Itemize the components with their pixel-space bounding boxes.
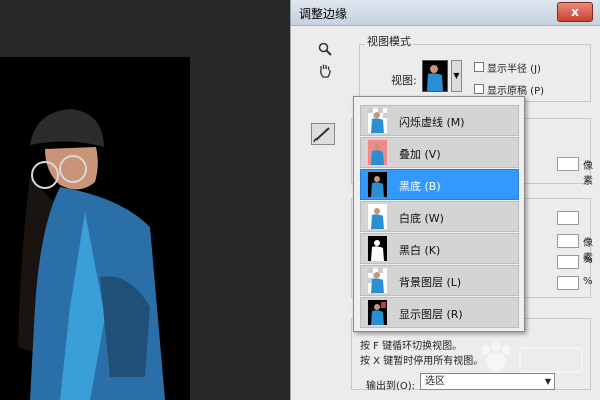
- menu-item-on-white[interactable]: 白底 (W): [360, 201, 519, 232]
- menu-item-reveal-layer[interactable]: 显示图层 (R): [360, 297, 519, 328]
- smooth-field[interactable]: [557, 211, 579, 225]
- on-layers-thumb: [368, 268, 387, 293]
- menu-item-label: 背景图层 (L): [399, 276, 462, 289]
- view-label: 视图:: [391, 74, 417, 87]
- output-to-value: 选区: [425, 376, 445, 387]
- paw-watermark-logo: [482, 341, 583, 373]
- menu-item-label: 显示图层 (R): [399, 308, 463, 321]
- contrast-unit: %: [583, 255, 593, 266]
- show-radius-label: 显示半径 (J): [487, 64, 541, 75]
- close-button[interactable]: x: [557, 2, 593, 22]
- menu-item-on-black[interactable]: 黑底 (B): [360, 169, 519, 200]
- dialog-titlebar[interactable]: 调整边缘 x: [291, 0, 600, 26]
- on-white-thumb: [368, 204, 387, 229]
- radius-unit: 像素: [583, 161, 593, 187]
- feather-field[interactable]: [557, 234, 579, 248]
- black-white-thumb: [368, 236, 387, 261]
- on-black-thumb: [368, 172, 387, 197]
- view-thumbnail[interactable]: [422, 60, 448, 92]
- menu-item-black-white[interactable]: 黑白 (K): [360, 233, 519, 264]
- refine-brush-icon[interactable]: [311, 123, 335, 145]
- show-original-checkbox[interactable]: [474, 84, 484, 94]
- show-radius-checkbox[interactable]: [474, 62, 484, 72]
- portrait-image: [0, 57, 190, 400]
- overlay-thumb: [368, 140, 387, 165]
- view-dropdown-toggle[interactable]: ▼: [451, 60, 462, 92]
- marching-ants-thumb: [368, 108, 387, 133]
- shift-edge-unit: %: [583, 276, 593, 287]
- output-to-label: 输出到(O):: [366, 381, 416, 392]
- menu-item-marching-ants[interactable]: 闪烁虚线 (M): [360, 105, 519, 136]
- hand-icon[interactable]: [315, 63, 335, 83]
- menu-item-label: 黑底 (B): [399, 180, 441, 193]
- photo-preview: [0, 57, 190, 400]
- disable-views-hint: 按 X 键暂时停用所有视图。: [360, 356, 484, 367]
- cycle-views-hint: 按 F 键循环切换视图。: [360, 341, 463, 352]
- menu-item-label: 白底 (W): [399, 212, 444, 225]
- menu-item-label: 闪烁虚线 (M): [399, 116, 465, 129]
- view-mode-title: 视图模式: [365, 33, 413, 49]
- show-original-label: 显示原稿 (P): [487, 86, 545, 97]
- magnifier-icon[interactable]: [315, 42, 335, 62]
- reveal-layer-thumb: [368, 300, 387, 325]
- contrast-field[interactable]: [557, 255, 579, 269]
- dialog-title: 调整边缘: [299, 7, 348, 21]
- menu-item-on-layers[interactable]: 背景图层 (L): [360, 265, 519, 296]
- menu-item-label: 黑白 (K): [399, 244, 441, 257]
- shift-edge-field[interactable]: [557, 276, 579, 290]
- menu-item-overlay[interactable]: 叠加 (V): [360, 137, 519, 168]
- radius-field[interactable]: [557, 157, 579, 171]
- menu-item-label: 叠加 (V): [399, 148, 441, 161]
- view-dropdown-menu: 闪烁虚线 (M) 叠加 (V) 黑底 (B) 白底 (W) 黑白 (K) 背景图…: [353, 96, 525, 332]
